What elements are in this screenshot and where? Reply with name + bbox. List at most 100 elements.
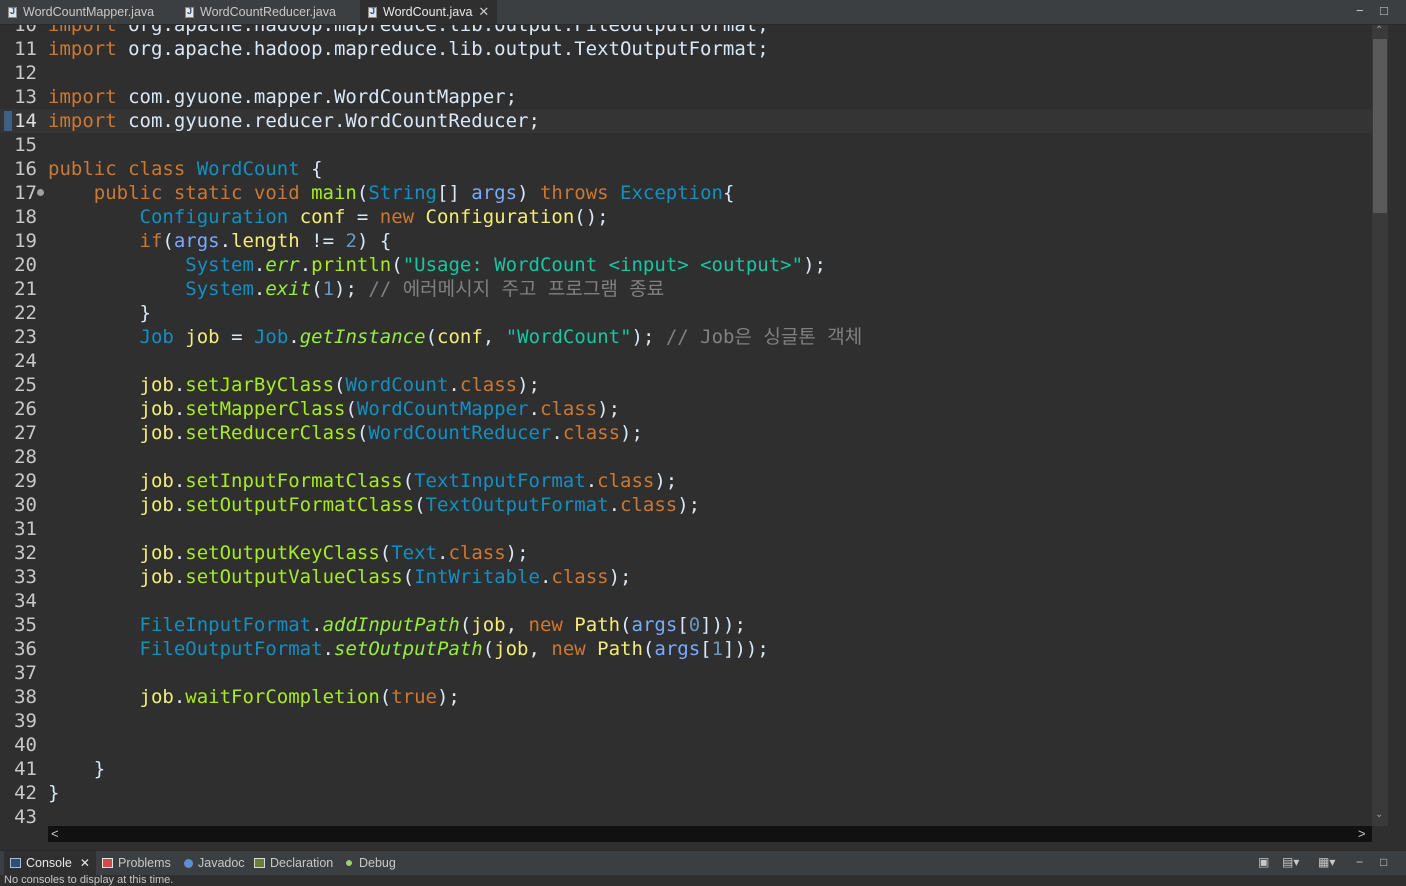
code-line[interactable]: 42} bbox=[0, 781, 1372, 805]
code-line[interactable]: 24 bbox=[0, 349, 1372, 373]
line-number: 30 bbox=[14, 494, 37, 516]
code-line[interactable]: 21 System.exit(1); // 에러메시지 주고 프로그램 종료 bbox=[0, 277, 1372, 301]
code-area[interactable]: 10 import org.apache.hadoop.mapreduce.lib… bbox=[0, 25, 1372, 826]
code-line[interactable]: 12 bbox=[0, 61, 1372, 85]
scroll-up-icon[interactable]: ⌃ bbox=[1375, 25, 1383, 36]
close-icon[interactable]: ✕ bbox=[80, 856, 90, 870]
code-token: ); bbox=[505, 542, 529, 564]
maximize-icon[interactable]: □ bbox=[1380, 3, 1388, 18]
code-line[interactable]: 36 FileOutputFormat.setOutputPath(job, n… bbox=[0, 637, 1372, 661]
code-token: . bbox=[288, 326, 300, 348]
code-line[interactable]: 37 bbox=[0, 661, 1372, 685]
scroll-right-icon[interactable]: > bbox=[1358, 826, 1366, 842]
code-token: setMapperClass bbox=[185, 398, 346, 420]
code-line[interactable]: 23 Job job = Job.getInstance(conf, "Word… bbox=[0, 325, 1372, 349]
maximize-panel-icon[interactable]: □ bbox=[1380, 855, 1387, 869]
tab-wordcount[interactable]: WordCount.java ✕ bbox=[360, 0, 498, 24]
code-token: job bbox=[139, 494, 174, 516]
code-token: class bbox=[459, 374, 518, 396]
line-number: 29 bbox=[14, 470, 37, 492]
line-number: 24 bbox=[14, 350, 37, 372]
tab-javadoc[interactable]: Javadoc bbox=[184, 851, 245, 875]
code-token: . bbox=[173, 686, 186, 708]
code-token: Job bbox=[139, 326, 174, 348]
code-token: } bbox=[48, 758, 106, 780]
code-line[interactable]: 16 public class WordCount { bbox=[0, 157, 1372, 181]
code-token: Job bbox=[253, 326, 289, 348]
tab-label: Declaration bbox=[270, 856, 334, 870]
code-line[interactable]: 18 Configuration conf = new Configuratio… bbox=[0, 205, 1372, 229]
tab-wordcountreducer[interactable]: WordCountReducer.java bbox=[185, 0, 336, 24]
code-line[interactable]: 20 System.err.println("Usage: WordCount … bbox=[0, 253, 1372, 277]
new-console-icon[interactable]: ▦▾ bbox=[1318, 855, 1335, 869]
code-token: . bbox=[528, 398, 540, 420]
code-line[interactable]: 35 FileInputFormat.addInputPath(job, new… bbox=[0, 613, 1372, 637]
code-token: } bbox=[48, 302, 151, 324]
scroll-left-icon[interactable]: < bbox=[51, 826, 59, 842]
code-line[interactable]: 13 import com.gyuone.mapper.WordCountMapp… bbox=[0, 85, 1372, 109]
code-token: ); bbox=[631, 326, 666, 348]
code-token: String bbox=[368, 182, 437, 204]
line-number: 40 bbox=[14, 734, 37, 756]
code-line[interactable]: 25 job.setJarByClass(WordCount.class); bbox=[0, 373, 1372, 397]
code-token: . bbox=[585, 470, 598, 492]
code-line[interactable]: 40 bbox=[0, 733, 1372, 757]
horizontal-scrollbar[interactable]: < > bbox=[48, 826, 1372, 842]
minimize-panel-icon[interactable]: − bbox=[1356, 855, 1363, 869]
code-line[interactable]: 28 bbox=[0, 445, 1372, 469]
code-token: com.gyuone.reducer.WordCountReducer; bbox=[116, 110, 540, 132]
code-line[interactable]: 33 job.setOutputValueClass(IntWritable.c… bbox=[0, 565, 1372, 589]
code-token: org.apache.hadoop.mapreduce.lib.output.F… bbox=[116, 25, 769, 36]
code-token: job bbox=[139, 398, 174, 420]
scroll-down-icon[interactable]: ⌄ bbox=[1375, 809, 1383, 820]
vertical-scrollbar[interactable]: ⌃ ⌄ bbox=[1372, 25, 1388, 826]
code-editor[interactable]: 10 import org.apache.hadoop.mapreduce.lib… bbox=[0, 25, 1390, 826]
code-token: 1 bbox=[322, 278, 335, 300]
code-line[interactable]: 32 job.setOutputKeyClass(Text.class); bbox=[0, 541, 1372, 565]
code-token: setOutputPath bbox=[334, 638, 483, 660]
code-token: [ bbox=[700, 638, 712, 660]
tab-console[interactable]: Console ✕ bbox=[4, 851, 96, 875]
code-line[interactable]: 22 } bbox=[0, 301, 1372, 325]
display-console-icon[interactable]: ▤▾ bbox=[1282, 855, 1299, 869]
code-line[interactable]: 29 job.setInputFormatClass(TextInputForm… bbox=[0, 469, 1372, 493]
code-line[interactable]: 27 job.setReducerClass(WordCountReducer.… bbox=[0, 421, 1372, 445]
code-token: { bbox=[722, 182, 735, 204]
code-text: import com.gyuone.mapper.WordCountMapper… bbox=[48, 85, 517, 109]
code-line[interactable]: 10 import org.apache.hadoop.mapreduce.lib… bbox=[0, 25, 1372, 37]
code-line[interactable]: 39 bbox=[0, 709, 1372, 733]
code-line[interactable]: 15 bbox=[0, 133, 1372, 157]
code-line[interactable]: 31 bbox=[0, 517, 1372, 541]
open-console-icon[interactable]: ▣ bbox=[1258, 855, 1269, 869]
tab-declaration[interactable]: Declaration bbox=[254, 851, 333, 875]
fold-toggle-icon[interactable] bbox=[37, 189, 44, 196]
code-token: Exception bbox=[620, 182, 723, 204]
code-token: job bbox=[139, 470, 174, 492]
tab-wordcountmapper[interactable]: WordCountMapper.java bbox=[8, 0, 154, 24]
code-token: 1 bbox=[711, 638, 724, 660]
tab-debug[interactable]: Debug bbox=[344, 851, 396, 875]
editor-tab-bar: WordCountMapper.java WordCountReducer.ja… bbox=[0, 0, 1406, 25]
code-line[interactable]: 43 bbox=[0, 805, 1372, 826]
code-line[interactable]: 19 if(args.length != 2) { bbox=[0, 229, 1372, 253]
code-text: job.setMapperClass(WordCountMapper.class… bbox=[48, 397, 621, 421]
tab-problems[interactable]: Problems bbox=[102, 851, 171, 875]
minimize-icon[interactable]: − bbox=[1356, 3, 1364, 18]
code-line[interactable]: 34 bbox=[0, 589, 1372, 613]
code-line[interactable]: 30 job.setOutputFormatClass(TextOutputFo… bbox=[0, 493, 1372, 517]
code-text: job.setReducerClass(WordCountReducer.cla… bbox=[48, 421, 643, 445]
code-line[interactable]: 11 import org.apache.hadoop.mapreduce.lib… bbox=[0, 37, 1372, 61]
vertical-scroll-thumb[interactable] bbox=[1373, 39, 1387, 213]
code-token: ); bbox=[608, 566, 632, 588]
code-line[interactable]: 26 job.setMapperClass(WordCountMapper.cl… bbox=[0, 397, 1372, 421]
code-line[interactable]: 17 public static void main(String[] args… bbox=[0, 181, 1372, 205]
code-token: ( bbox=[642, 638, 655, 660]
code-line[interactable]: 38 job.waitForCompletion(true); bbox=[0, 685, 1372, 709]
close-icon[interactable]: ✕ bbox=[478, 4, 489, 20]
code-line[interactable]: 41 } bbox=[0, 757, 1372, 781]
code-text: } bbox=[48, 301, 151, 325]
code-line[interactable]: 14 import com.gyuone.reducer.WordCountRed… bbox=[0, 109, 1372, 133]
